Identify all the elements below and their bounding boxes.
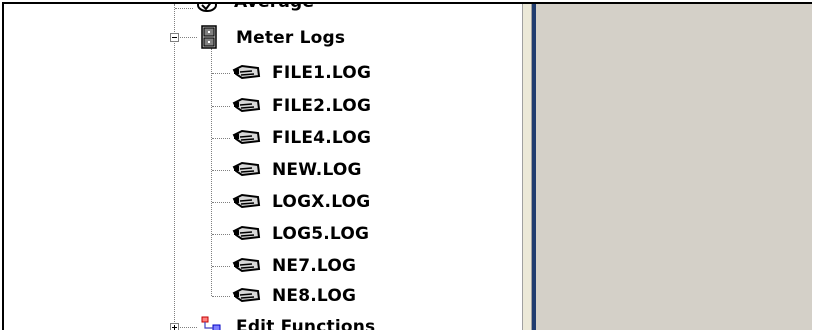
- tree-line: [212, 138, 230, 139]
- tree-line: [212, 266, 230, 267]
- tree-item-label[interactable]: NE8.LOG: [272, 286, 356, 306]
- tree-line: [175, 8, 193, 9]
- log-file-icon: [232, 287, 261, 303]
- pane-splitter[interactable]: [522, 4, 532, 330]
- log-file-icon: [232, 161, 261, 177]
- meter-logs-folder-icon: [201, 25, 217, 49]
- tree-line: [212, 73, 230, 74]
- tree-item-label-edit-functions[interactable]: Edit Functions: [236, 317, 375, 330]
- log-file-icon: [232, 97, 261, 113]
- tree-line: [211, 48, 212, 296]
- tree-line: [212, 202, 230, 203]
- tree-item-label-average[interactable]: Average: [234, 4, 314, 12]
- tree-line: [174, 4, 175, 330]
- tree-line: [212, 170, 230, 171]
- average-icon: [197, 4, 217, 12]
- window-frame: Average Meter Logs FILE1.LOG: [2, 2, 812, 330]
- tree-item-label-meter-logs[interactable]: Meter Logs: [236, 28, 345, 48]
- tree-item-label[interactable]: NEW.LOG: [272, 160, 362, 180]
- tree-line: [212, 234, 230, 235]
- tree-view[interactable]: Average Meter Logs FILE1.LOG: [4, 4, 522, 330]
- log-file-icon: [232, 129, 261, 145]
- tree-item-label[interactable]: LOGX.LOG: [272, 192, 370, 212]
- tree-item-label[interactable]: NE7.LOG: [272, 256, 356, 276]
- expand-toggle-edit-functions[interactable]: [170, 323, 179, 330]
- tree-item-label[interactable]: FILE4.LOG: [272, 128, 371, 148]
- log-file-icon: [232, 193, 261, 209]
- log-file-icon: [232, 64, 261, 80]
- content-pane: [536, 4, 812, 330]
- tree-line: [212, 296, 230, 297]
- edit-functions-icon: [201, 316, 221, 330]
- collapse-toggle-meter-logs[interactable]: [170, 33, 179, 42]
- tree-item-label[interactable]: FILE1.LOG: [272, 63, 371, 83]
- log-file-icon: [232, 225, 261, 241]
- tree-item-label[interactable]: LOG5.LOG: [272, 224, 369, 244]
- tree-item-label[interactable]: FILE2.LOG: [272, 96, 371, 116]
- tree-line: [212, 106, 230, 107]
- log-file-icon: [232, 257, 261, 273]
